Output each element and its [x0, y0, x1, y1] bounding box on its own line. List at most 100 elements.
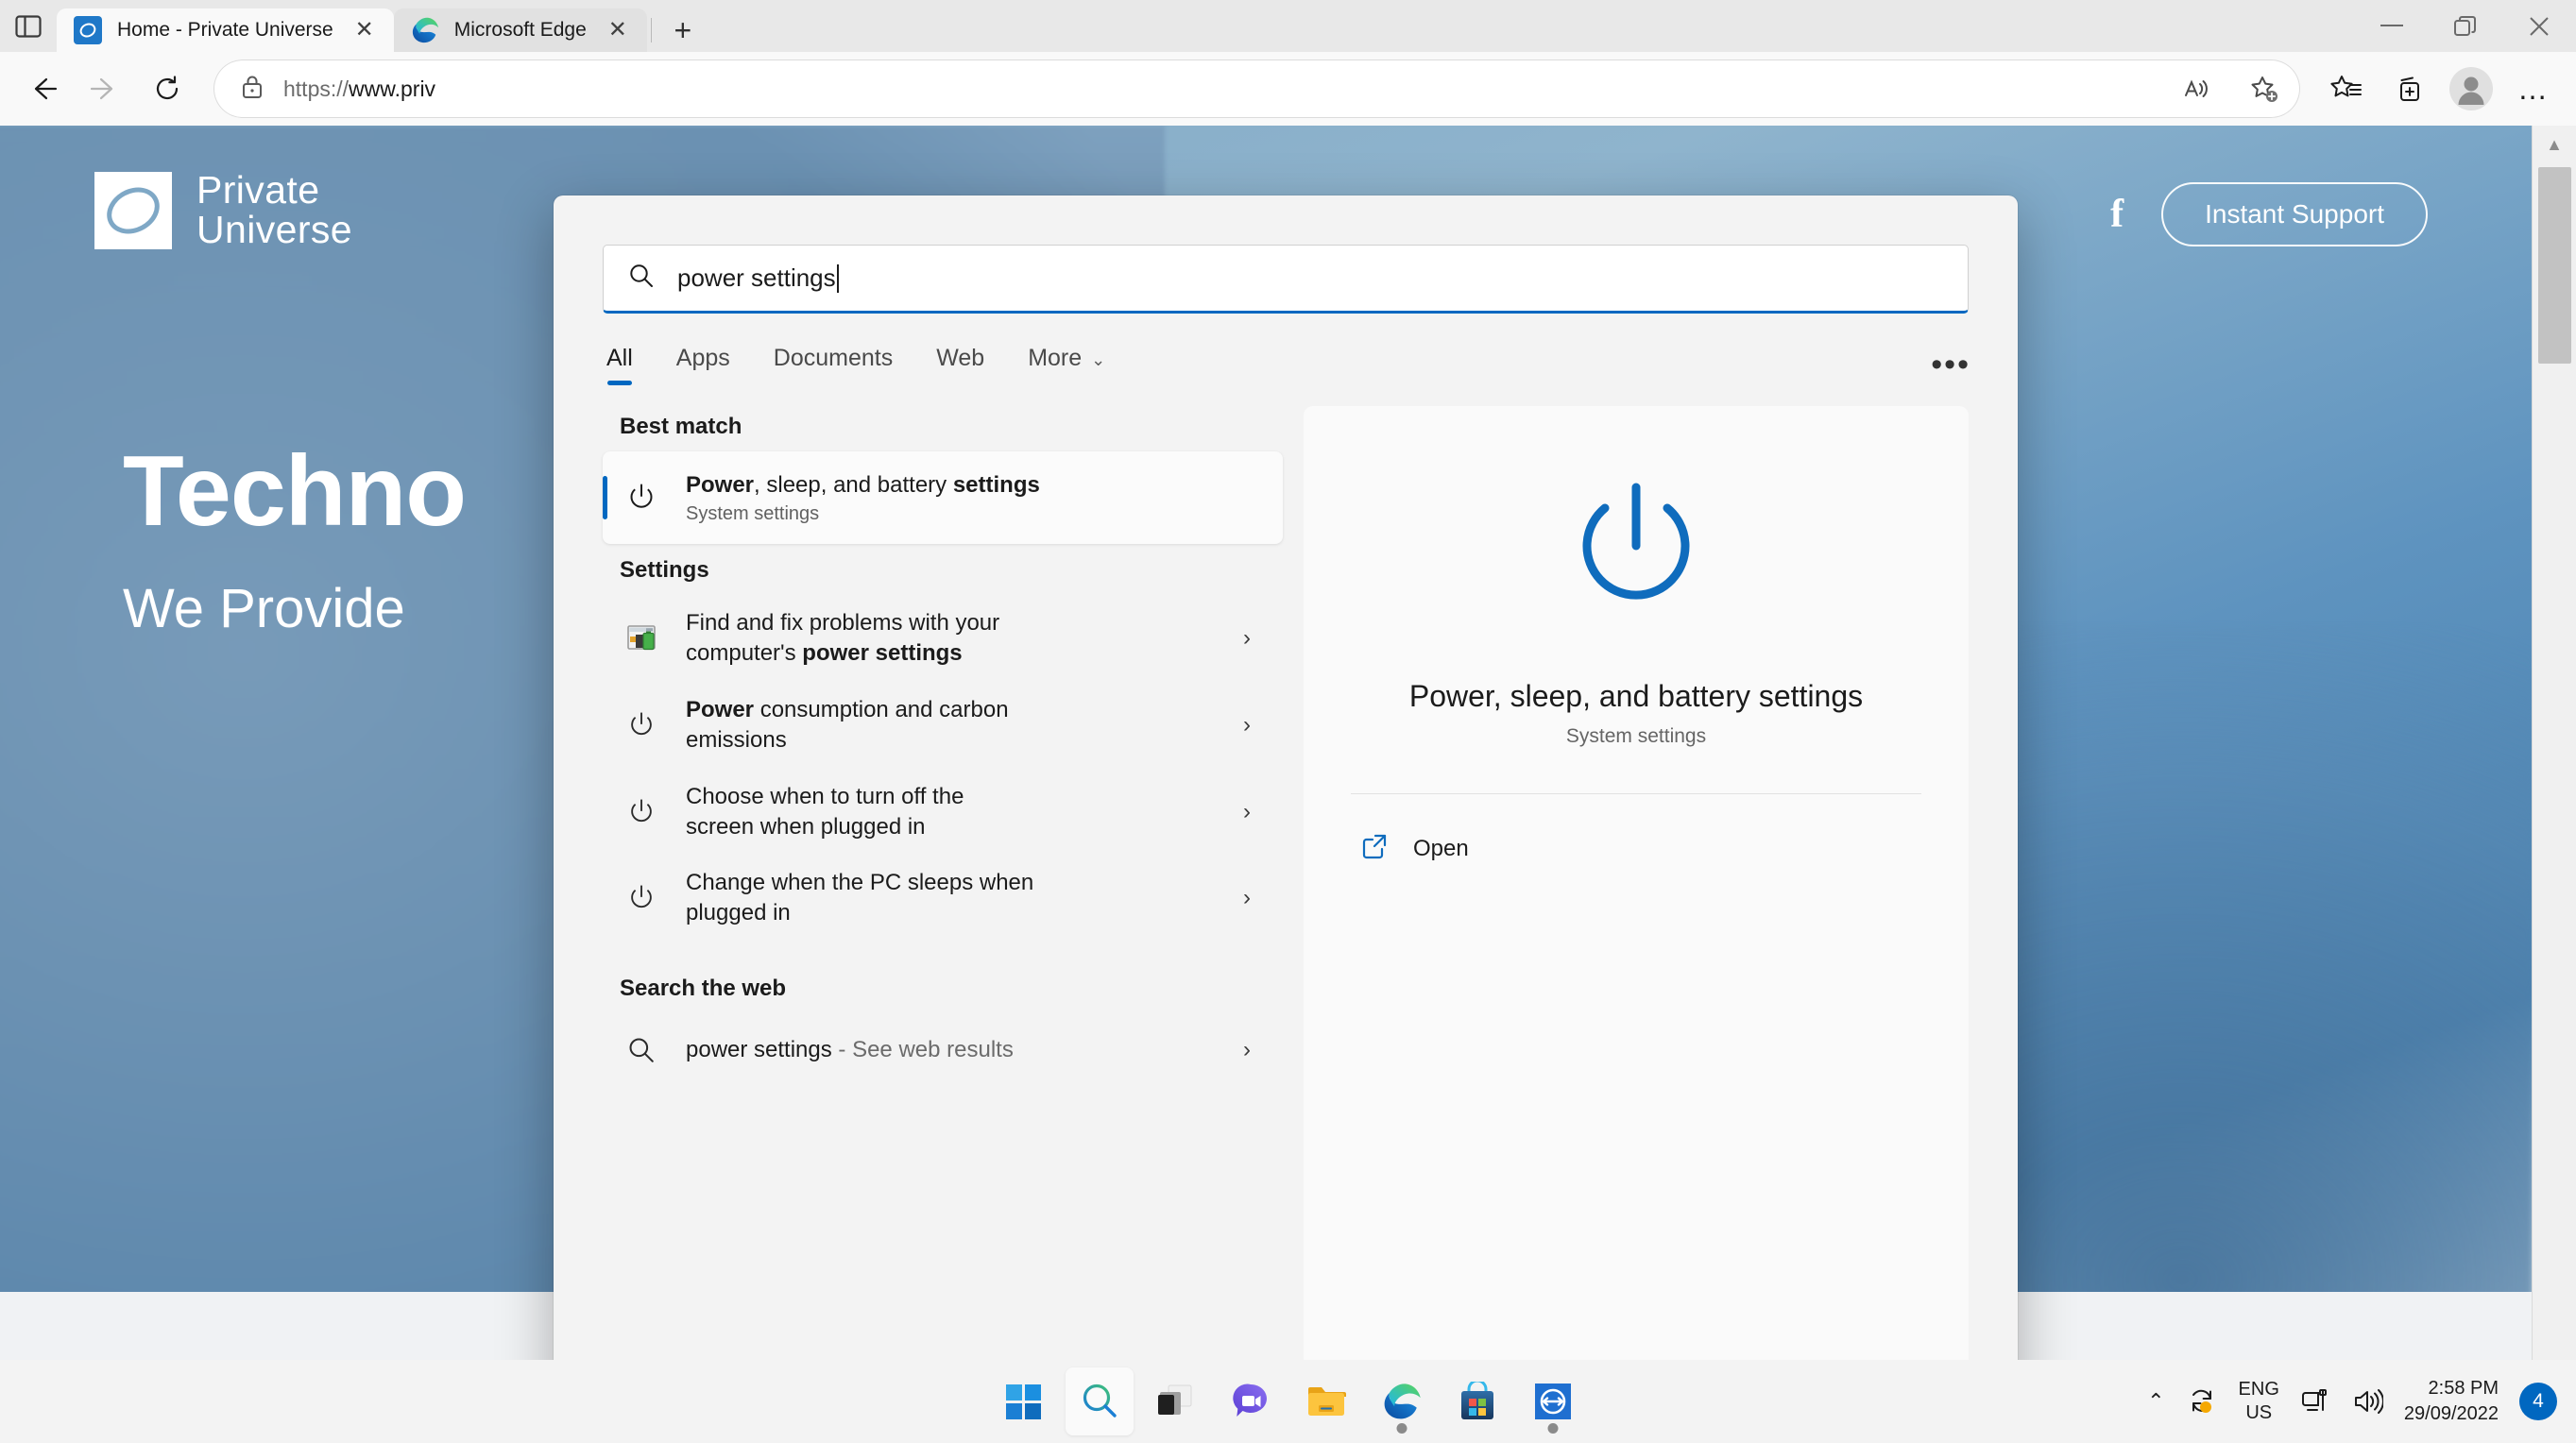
collections-icon: [2394, 74, 2424, 104]
search-input[interactable]: power settings: [603, 245, 1969, 314]
favorites-icon: [2330, 74, 2363, 104]
result-title: power settings - See web results: [686, 1035, 1205, 1065]
close-icon[interactable]: ✕: [349, 14, 381, 46]
search-icon: [620, 1036, 663, 1064]
language-line-2: US: [2239, 1401, 2279, 1425]
scrollbar-thumb[interactable]: [2538, 167, 2571, 364]
open-action-label: Open: [1413, 836, 1469, 862]
lock-icon: [240, 74, 264, 105]
open-action-button[interactable]: Open: [1351, 819, 1921, 878]
add-favorite-button[interactable]: [2240, 64, 2289, 113]
teams-chat-button[interactable]: [1217, 1367, 1285, 1435]
network-icon[interactable]: [2300, 1387, 2332, 1416]
favorites-button[interactable]: [2317, 59, 2376, 118]
minimize-button[interactable]: [2355, 0, 2429, 52]
collections-button[interactable]: [2380, 59, 2438, 118]
tab-documents[interactable]: Documents: [774, 345, 893, 385]
chevron-right-icon[interactable]: ›: [1228, 1037, 1266, 1063]
browser-title-bar: Home - Private Universe ✕: [0, 0, 2576, 52]
browser-tab-home[interactable]: Home - Private Universe ✕: [57, 8, 394, 52]
search-button[interactable]: [1066, 1367, 1134, 1435]
result-troubleshoot-power[interactable]: Find and fix problems with your computer…: [603, 595, 1283, 682]
page-scrollbar[interactable]: ▲ ▼: [2532, 126, 2576, 1443]
ellipse-logo-icon: [94, 172, 172, 249]
volume-icon[interactable]: [2353, 1387, 2383, 1416]
preview-subtitle: System settings: [1351, 725, 1921, 748]
new-tab-button[interactable]: +: [661, 8, 705, 52]
microsoft-store-icon: [1459, 1382, 1496, 1421]
result-screen-off-plugged-in[interactable]: Choose when to turn off the screen when …: [603, 769, 1283, 856]
window-controls: [2355, 0, 2576, 52]
windows-search-flyout: power settings All Apps Documents Web Mo…: [554, 195, 2018, 1443]
result-power-consumption[interactable]: Power consumption and carbon emissions ›: [603, 682, 1283, 769]
tab-actions-button[interactable]: [0, 0, 57, 52]
page-viewport: Private Universe f Instant Support Techn…: [0, 126, 2576, 1443]
browser-toolbar: https://www.priv: [0, 52, 2576, 126]
running-indicator: [1396, 1423, 1407, 1434]
web-query: power settings: [686, 1037, 832, 1062]
edge-button[interactable]: [1368, 1367, 1436, 1435]
file-explorer-button[interactable]: [1292, 1367, 1360, 1435]
profile-button[interactable]: [2442, 59, 2500, 118]
tab-actions-icon: [15, 14, 42, 39]
task-view-button[interactable]: [1141, 1367, 1209, 1435]
power-icon: [620, 883, 663, 913]
refresh-button[interactable]: [138, 59, 196, 118]
chevron-right-icon[interactable]: ›: [1228, 625, 1266, 652]
preview-title: Power, sleep, and battery settings: [1351, 679, 1921, 714]
close-icon: [2528, 15, 2550, 38]
chevron-right-icon[interactable]: ›: [1228, 885, 1266, 911]
result-web-search[interactable]: power settings - See web results ›: [603, 1013, 1283, 1087]
browser-tab-edge[interactable]: Microsoft Edge ✕: [394, 8, 647, 52]
notification-badge[interactable]: 4: [2519, 1383, 2557, 1420]
tab-web[interactable]: Web: [936, 345, 984, 385]
maximize-restore-button[interactable]: [2429, 0, 2502, 52]
result-title-line-2: computer's power settings: [686, 638, 1205, 669]
close-icon[interactable]: ✕: [602, 14, 634, 46]
sync-status-icon[interactable]: [2186, 1387, 2218, 1416]
back-button[interactable]: [13, 59, 72, 118]
forward-button[interactable]: [76, 59, 134, 118]
language-indicator[interactable]: ENG US: [2239, 1378, 2279, 1425]
search-overflow-button[interactable]: •••: [1931, 359, 1970, 372]
tab-more[interactable]: More⌄: [1028, 345, 1105, 385]
search-preview-pane: Power, sleep, and battery settings Syste…: [1304, 406, 1969, 1443]
read-aloud-button[interactable]: [2172, 64, 2221, 113]
site-logo[interactable]: Private Universe: [94, 171, 352, 250]
address-bar[interactable]: https://www.priv: [213, 59, 2300, 118]
match-post: settings: [953, 472, 1040, 498]
chevron-right-icon[interactable]: ›: [1228, 712, 1266, 738]
facebook-icon[interactable]: f: [2110, 192, 2124, 237]
search-results-list: Best match Power, sleep, and battery set…: [603, 406, 1283, 1443]
search-results-area: Best match Power, sleep, and battery set…: [554, 385, 2018, 1443]
tab-title: Home - Private Universe: [117, 19, 333, 42]
teams-chat-icon: [1231, 1382, 1271, 1421]
tab-apps[interactable]: Apps: [676, 345, 730, 385]
result-title: Power, sleep, and battery settings: [686, 470, 1266, 501]
microsoft-store-button[interactable]: [1443, 1367, 1511, 1435]
profile-avatar: [2449, 67, 2493, 110]
clock-button[interactable]: 2:58 PM 29/09/2022: [2404, 1376, 2499, 1427]
search-input-value: power settings: [677, 263, 839, 293]
taskbar-apps: [990, 1367, 1587, 1435]
result-text: Choose when to turn off the screen when …: [686, 782, 1205, 842]
edge-browser-window: Home - Private Universe ✕: [0, 0, 2576, 1443]
scroll-up-icon[interactable]: ▲: [2533, 126, 2576, 163]
result-text: Power consumption and carbon emissions: [686, 695, 1205, 755]
tray-overflow-button[interactable]: ⌃: [2147, 1389, 2164, 1414]
tab-all[interactable]: All: [606, 345, 633, 385]
instant-support-button[interactable]: Instant Support: [2161, 182, 2428, 246]
result-best-match[interactable]: Power, sleep, and battery settings Syste…: [603, 451, 1283, 544]
teamviewer-button[interactable]: [1519, 1367, 1587, 1435]
result-title-line-2: screen when plugged in: [686, 812, 1205, 842]
read-aloud-icon: [2182, 75, 2210, 103]
start-button[interactable]: [990, 1367, 1058, 1435]
tray-time: 2:58 PM: [2404, 1376, 2499, 1401]
hero-sub-left: We Provide: [123, 578, 405, 639]
close-window-button[interactable]: [2502, 0, 2576, 52]
chevron-right-icon[interactable]: ›: [1228, 799, 1266, 825]
result-pc-sleep-plugged-in[interactable]: Change when the PC sleeps when plugged i…: [603, 855, 1283, 942]
browser-settings-button[interactable]: …: [2504, 59, 2563, 118]
tab-divider: [651, 18, 652, 42]
search-filter-tabs: All Apps Documents Web More⌄ •••: [554, 314, 2018, 385]
